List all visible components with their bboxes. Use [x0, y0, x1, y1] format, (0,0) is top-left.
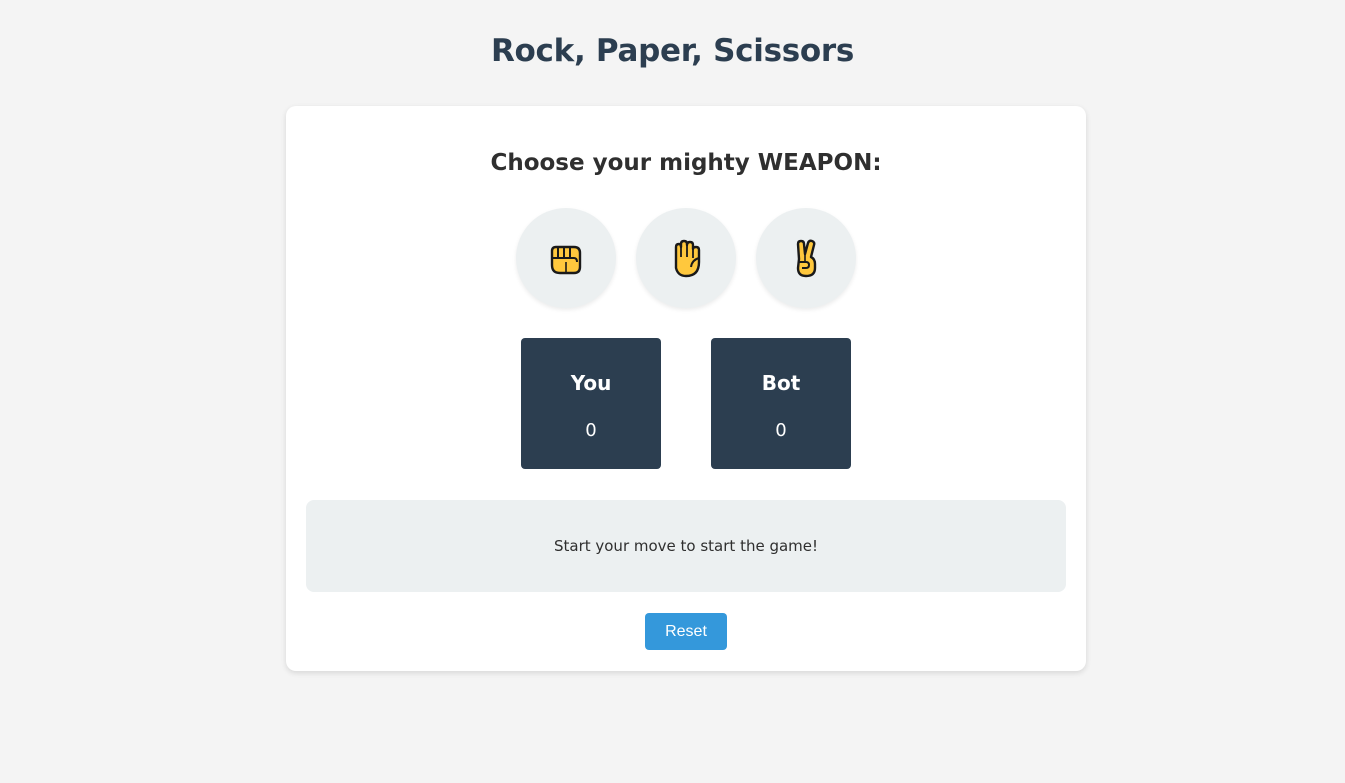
result-message: Start your move to start the game!	[553, 537, 819, 555]
bot-label: Bot	[761, 371, 801, 395]
raised-hand-icon	[674, 239, 701, 278]
reset-button[interactable]: Reset	[645, 613, 727, 650]
page-title: Rock, Paper, Scissors	[490, 33, 855, 69]
game-card: Choose your mighty WEAPON: You 0 Bot 0 S…	[286, 106, 1086, 671]
player-score-box: You 0	[521, 338, 661, 469]
weapon-prompt: Choose your mighty WEAPON:	[490, 150, 882, 176]
fist-icon	[550, 245, 582, 275]
bot-score: 0	[775, 420, 787, 441]
result-panel: Start your move to start the game!	[306, 500, 1066, 592]
scissors-button[interactable]	[756, 208, 856, 308]
rock-button[interactable]	[516, 208, 616, 308]
player-label: You	[570, 371, 612, 395]
paper-button[interactable]	[636, 208, 736, 308]
victory-hand-icon	[796, 239, 817, 278]
bot-score-box: Bot 0	[711, 338, 851, 469]
player-score: 0	[585, 420, 597, 441]
